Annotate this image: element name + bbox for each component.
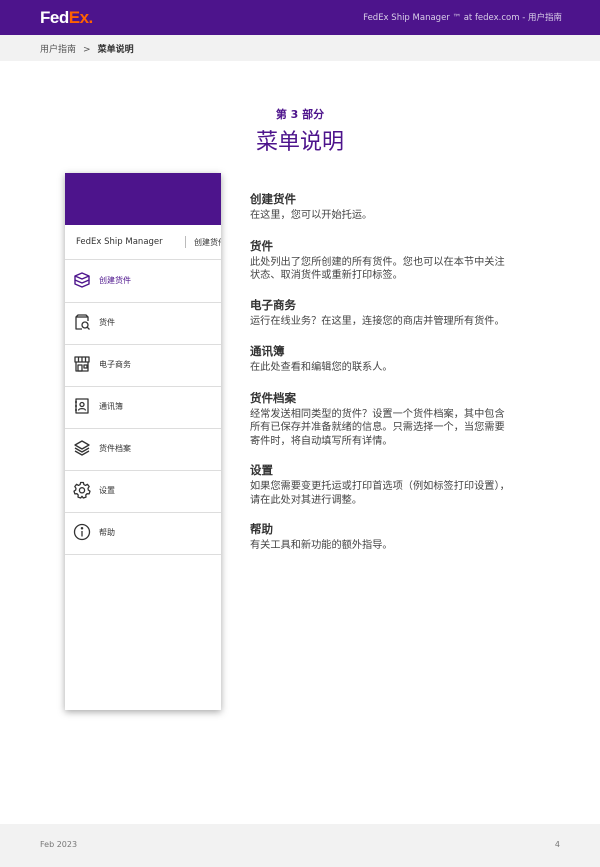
section-label: 第 3 部分	[275, 108, 325, 121]
layers-icon	[73, 439, 91, 457]
menu-item-label: 帮助	[99, 528, 115, 537]
breadcrumb-user-guide[interactable]: 用户指南	[40, 45, 76, 55]
description-text: 经常发送相同类型的货件？设置一个货件档案，其中包含 所有已保存并准备就绪的信息。只…	[250, 408, 505, 447]
page-title: 菜单说明	[255, 130, 344, 155]
description-title: 货件	[250, 238, 273, 253]
menu-item-create-shipment: 创建货件	[65, 260, 221, 303]
menu-item-address-book: 通讯簿	[65, 386, 221, 429]
mockup-divider	[185, 236, 186, 248]
menu-item-shipments: 货件	[65, 302, 221, 345]
footer-date: Feb 2023	[40, 840, 78, 849]
menu-item-label: 设置	[99, 486, 115, 495]
description-title: 创建货件	[250, 192, 296, 206]
description-text: 如果您需要变更托运或打印首选项（例如标签打印设置）， 请在此处对其进行调整。	[250, 481, 510, 506]
description-text: 在此处查看和编辑您的联系人。	[250, 362, 393, 373]
description-text: 此处列出了您所创建的所有货件。您也可以在本节中关注 状态、取消货件或重新打印标签。	[250, 256, 505, 282]
menu-item-help: 帮助	[65, 512, 221, 555]
description-text: 在这里，您可以开始托运。	[250, 210, 373, 221]
fedex-logo[interactable]: FedEx.	[40, 8, 93, 28]
breadcrumb-bar: 用户指南 > 菜单说明	[0, 35, 600, 61]
description-title: 设置	[250, 463, 273, 477]
menu-descriptions: 创建货件 在这里，您可以开始托运。 货件 此处列出了您所创建的所有货件。您也可以…	[250, 191, 560, 553]
description-settings: 设置 如果您需要变更托运或打印首选项（例如标签打印设置）， 请在此处对其进行调整。	[250, 462, 560, 507]
description-title: 通讯簿	[250, 344, 285, 358]
breadcrumb: 用户指南 > 菜单说明	[40, 42, 134, 55]
menu-item-ecommerce: 电子商务	[65, 344, 221, 387]
menu-item-label: 通讯簿	[99, 402, 123, 411]
menu-item-label: 电子商务	[99, 360, 131, 369]
menu-item-settings: 设置	[65, 470, 221, 513]
mockup-app-name: FedEx Ship Manager	[76, 237, 163, 247]
logo-ex-text: Ex.	[68, 8, 94, 27]
breadcrumb-separator: >	[83, 45, 91, 55]
description-text: 运行在线业务？在这里，连接您的商店并管理所有货件。	[250, 315, 505, 327]
logo-fed-text: Fed	[40, 8, 69, 27]
mockup-tab: 创建货件	[194, 238, 221, 247]
page-footer: Feb 2023 4	[0, 824, 600, 867]
top-banner: FedEx. FedEx Ship Manager ™ at fedex.com…	[0, 0, 600, 35]
description-title: 帮助	[250, 522, 273, 536]
menu-item-label: 货件	[99, 318, 115, 327]
description-title: 电子商务	[250, 297, 296, 312]
description-address-book: 通讯簿 在此处查看和编辑您的联系人。	[250, 343, 560, 375]
mockup-header	[65, 173, 221, 225]
menu-mockup: FedEx Ship Manager 创建货件 创建货件 货件	[65, 173, 221, 710]
description-text: 有关工具和新功能的额外指导。	[250, 540, 393, 551]
description-title: 货件档案	[250, 390, 296, 405]
package-search-icon	[73, 313, 91, 331]
storefront-icon	[73, 355, 91, 373]
description-create-shipment: 创建货件 在这里，您可以开始托运。	[250, 191, 560, 223]
description-help: 帮助 有关工具和新功能的额外指导。	[250, 521, 560, 553]
box-icon	[73, 271, 91, 289]
description-ecommerce: 电子商务 运行在线业务？在这里，连接您的商店并管理所有货件。	[250, 297, 560, 329]
page-number: 4	[554, 840, 560, 849]
description-shipment-profiles: 货件档案 经常发送相同类型的货件？设置一个货件档案，其中包含 所有已保存并准备就绪…	[250, 390, 560, 449]
mockup-app-bar: FedEx Ship Manager 创建货件	[65, 225, 221, 260]
document-title: FedEx Ship Manager ™ at fedex.com - 用户指南	[363, 13, 562, 23]
gear-icon	[73, 481, 91, 499]
breadcrumb-current: 菜单说明	[97, 45, 134, 55]
info-icon	[73, 523, 91, 541]
menu-item-label: 货件档案	[99, 444, 131, 453]
address-book-icon	[73, 397, 91, 415]
menu-item-label: 创建货件	[99, 276, 131, 285]
description-shipments: 货件 此处列出了您所创建的所有货件。您也可以在本节中关注 状态、取消货件或重新打印…	[250, 238, 560, 283]
menu-item-shipment-profiles: 货件档案	[65, 428, 221, 471]
